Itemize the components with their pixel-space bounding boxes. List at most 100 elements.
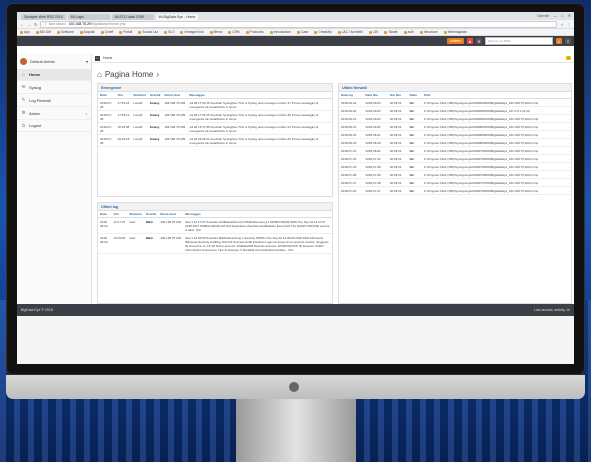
screen: Synapse Web RSS 2015 Mi-Login Mi-ECO dat… [17,12,574,364]
table-cell: Jul 28 17:53:16 Zoeshan SyslogGen This i… [187,98,332,111]
bookmark-item[interactable]: Skrate [384,30,398,34]
ultimi-log-panel: Ultimi log Data Ora Struttura Gravità Nome H… [97,202,333,304]
bookmark-item[interactable]: SLO [164,30,174,34]
window-controls: Utente — □ ✕ [537,13,571,18]
table-cell: Sep 4 12:17:07 Zoeshan AntiMalwarService… [183,217,332,234]
table-row[interactable]: 2018-09-04 12:17:07 User Warn 192.168.75.209… [98,217,332,234]
table-row[interactable]: 2018-07-27 2018-07-28 02:03:01 On C:\Program… [339,178,571,187]
table-row[interactable]: 2018-08-30 2018-08-31 02:03:01 On C:\Program… [339,130,571,139]
sidebar-item-label: Log Firewall [29,97,51,103]
close-icon[interactable]: ✕ [476,38,482,44]
chevron-down-icon: ▾ [85,59,88,64]
table-cell: On [407,114,422,123]
table-cell: On [407,98,422,107]
bookmark-item[interactable]: auth [403,30,414,34]
bookmark-item[interactable]: Innovazione [269,30,291,34]
table-row[interactable]: 2018-07-31 2018-08-01 02:03:01 On C:\Program… [339,146,571,155]
home-icon: ⌂ [22,72,25,77]
back-icon[interactable]: ← [20,22,24,27]
table-row[interactable]: 2018-07-28 17:53:12 LocalX Emerg 192.168.75.… [98,110,332,123]
emergenze-panel: Emergenze Data Ora Struttura Gravità Nome Ho… [97,83,333,197]
user-profile[interactable]: Default Admin ▾ [17,54,91,69]
table-row[interactable]: 2018-08-31 2018-09-01 02:03:01 On C:\Program… [339,122,571,131]
close-icon[interactable]: ✕ [568,13,571,18]
bookmark-item[interactable]: Cmeff [100,30,113,34]
sidebar-item-log-firewall[interactable]: ✎ Log Firewall [17,94,91,107]
table-row[interactable]: 2018-07-30 2018-07-31 02:03:01 On C:\Program… [339,154,571,163]
bookmark-item[interactable]: Webmagician [443,30,467,34]
table-row[interactable]: 2018-08-29 2018-08-30 02:03:01 On C:\Program… [339,138,571,147]
breadcrumb-home[interactable]: Home [103,56,112,60]
table-row[interactable]: 2018-07-28 17:53:16 LocalX Emerg 192.168.75.… [98,98,332,111]
table-cell: 02:03:01 [387,146,408,155]
sidebar-item-label: Admin [29,110,41,116]
bookmark-item[interactable]: Scuola Laz [138,30,158,34]
bookmark-item[interactable]: Acquisti [79,30,95,34]
table-row[interactable]: 2018-09-01 2018-09-02 02:03:01 On C:\Program… [339,114,571,123]
bookmark-item[interactable]: Case [296,30,308,34]
browser-tab-active[interactable]: Mi-BigData Eye - Home [155,14,199,20]
forward-icon[interactable]: → [27,22,31,27]
table-cell: 2018-08-29 [339,138,364,147]
user-icon[interactable]: ● [467,38,473,44]
bookmark-item[interactable]: Software [57,30,74,34]
table-row[interactable]: 2018-07-26 2018-07-27 02:03:01 On C:\Program… [339,186,571,195]
search-input[interactable]: Ricerca nel DRM [485,37,553,45]
table-row[interactable]: 2018-07-29 2018-07-30 02:03:01 On C:\Program… [339,162,571,171]
panel-title: Emergenze [98,84,332,92]
emergenze-table: Data Ora Struttura Gravità Nome Host Messaggi… [98,92,332,147]
search-icon[interactable]: ⌕ [556,38,562,44]
table-cell: LocalX [131,134,148,147]
settings-icon[interactable]: ≡ [565,38,571,44]
browser-tab[interactable]: Mi-ECO data CRM [111,14,154,20]
bookmark-item[interactable]: Portali [119,30,132,34]
gear-icon: ⚙ [21,110,26,115]
table-row[interactable]: 2018-07-28 16:18:58 LocalX Emerg 192.168.75.… [98,122,332,135]
reload-icon[interactable]: ↻ [34,22,37,27]
maximize-icon[interactable]: □ [561,13,563,18]
folder-icon [368,30,372,34]
sidebar-item-home[interactable]: ⌂ Home [17,69,91,81]
sidebar-item-syslog[interactable]: ✉ Syslog [17,81,91,94]
table-row[interactable]: 2018-09-04 2018-09-04 02:03:01 On C:\Program… [339,98,571,107]
folder-icon [180,30,184,34]
minimize-icon[interactable]: — [553,13,557,18]
back-button[interactable]: Indietro [447,38,464,44]
bookmark-item[interactable]: Protocollo [245,30,264,34]
table-row[interactable]: 2018-09-02 2018-09-03 02:03:01 On C:\Program… [339,106,571,115]
bookmark-item[interactable]: L3K [368,30,378,34]
bookmark-item[interactable]: Istruzione [419,30,438,34]
sidebar-item-label: Syslog [29,84,42,90]
table-row[interactable]: 2018-09-03 12:09:50 User Warn 192.168.75.209… [98,233,332,254]
sidebar-item-logout[interactable]: ⏻ Logout [17,120,91,132]
folder-icon [443,30,447,34]
menu-icon[interactable]: ⋮ [567,22,571,27]
table-cell: 02:03:01 [387,170,408,179]
bookmark-item[interactable]: Mercs [209,30,222,34]
bookmark-item[interactable]: Immagini foto [180,30,204,34]
table-cell: 2018-09-02 [339,106,364,115]
table-cell: Emerg [148,110,163,123]
bookmark-item[interactable]: CRM [228,30,240,34]
table-cell: 192.168.75.209 [158,233,184,254]
bookmark-label: Innovazione [273,30,291,34]
table-cell: C:\Program Files (x86)\Syslog\Logs\20180… [421,186,571,195]
star-icon[interactable]: ☆ [560,22,564,27]
table-row[interactable]: 2018-07-28 2018-07-29 02:03:01 On C:\Program… [339,170,571,179]
bookmark-item[interactable]: App [20,30,30,34]
table-row[interactable]: 2018-07-28 09:46:18 LocalX Emerg 192.168.75.… [98,134,332,147]
address-input[interactable]: ⓘ Non sicuro 192.168.75.29 /bigdataeye/h… [40,20,558,28]
bookmark-label: auth [407,30,414,34]
bookmark-item[interactable]: BIG DM [35,30,51,34]
browser-tab[interactable]: Mi-Login [67,14,110,20]
browser-tab[interactable]: Synapse Web RSS 2015 [21,14,66,20]
user-name: Default Admin [30,59,55,64]
table-cell: LocalX [131,122,148,135]
folder-icon [138,30,142,34]
bookmark-item[interactable]: Creativity [314,30,332,34]
sidebar-item-admin[interactable]: ⚙ Admin ‹ [17,107,91,120]
bookmark-item[interactable]: LAC / Architetti [337,30,363,34]
table-cell: 2018-07-31 [363,154,388,163]
home-icon[interactable]: ⌂ [95,55,100,61]
bookmark-label: Creativity [318,30,332,34]
